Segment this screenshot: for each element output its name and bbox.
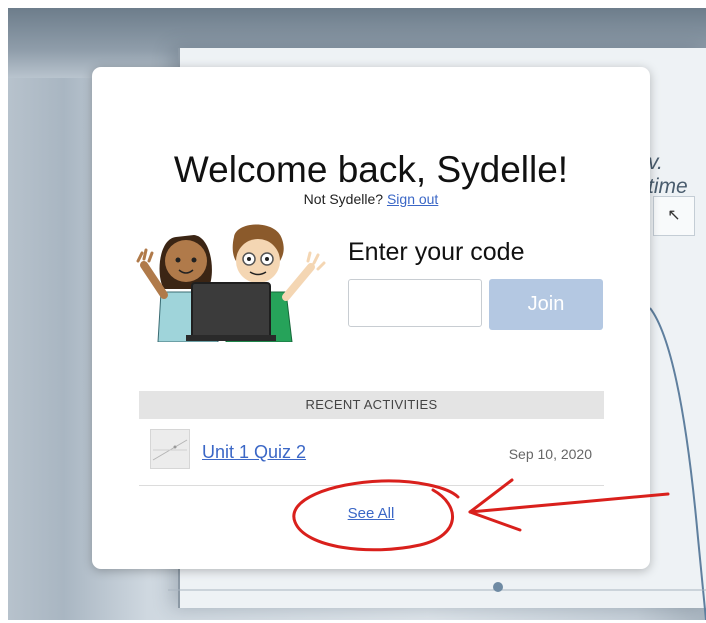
not-user-text: Not Sydelle? — [303, 191, 384, 207]
students-illustration — [136, 224, 326, 342]
see-all-row: See All — [92, 505, 650, 522]
activity-thumbnail[interactable] — [150, 429, 190, 469]
activity-date: Sep 10, 2020 — [508, 446, 592, 462]
recent-activities-header: RECENT ACTIVITIES — [139, 391, 604, 419]
code-input[interactable] — [348, 279, 482, 327]
activity-row[interactable]: Unit 1 Quiz 2 Sep 10, 2020 — [139, 423, 604, 486]
not-user-line: Not Sydelle? Sign out — [92, 191, 650, 207]
page-title: Welcome back, Sydelle! — [173, 149, 569, 190]
see-all-link[interactable]: See All — [348, 505, 395, 522]
activity-link[interactable]: Unit 1 Quiz 2 — [202, 442, 306, 463]
graph-thumbnail-icon — [152, 439, 188, 461]
enter-code-label: Enter your code — [348, 238, 525, 266]
login-card: Welcome back, Sydelle! Not Sydelle? Sign… — [92, 67, 650, 569]
sign-out-link[interactable]: Sign out — [387, 191, 438, 207]
join-button[interactable]: Join — [489, 279, 603, 330]
background-slider-dot — [493, 582, 503, 592]
